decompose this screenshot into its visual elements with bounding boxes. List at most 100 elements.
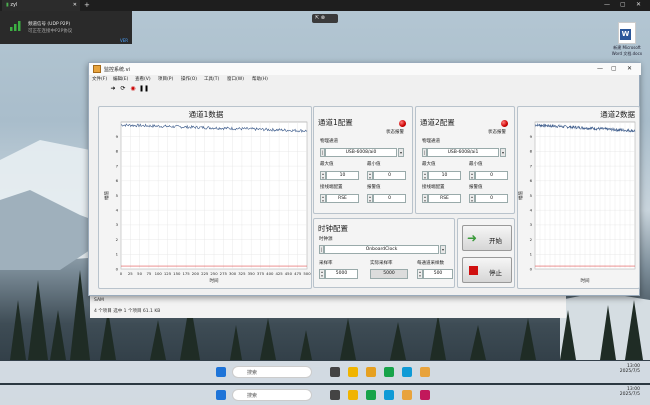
ch1-channel-dropdown-icon[interactable]: ▾ [398,148,404,157]
ch2-min-label: 最小值 [469,162,483,167]
x-tick-label: 450 [285,271,293,276]
app-icon-2[interactable] [420,390,430,400]
ch1-max-field[interactable]: 10 [326,171,359,180]
channel1-config-panel: 通道1配置 状态报警 物理通道 | USB-6008/ai0 ▾ 最大值 ▴ ▾ … [313,106,413,214]
ch1-terminal-field[interactable]: RSE [326,194,359,203]
chart2-panel: 通道2数据 0 1 2 3 4 5 6 7 8 9 幅值 时间 [517,106,640,289]
ch2-min-field[interactable]: 0 [475,171,508,180]
new-tab-button[interactable]: + [84,1,90,9]
file-explorer-icon-2[interactable] [348,390,358,400]
edge-icon[interactable] [402,367,412,377]
folder-icon[interactable] [366,367,376,377]
ch2-channel-dropdown-icon[interactable]: ▾ [500,148,506,157]
x-tick-label: 425 [275,271,283,276]
ch1-physical-channel-field[interactable]: USB-6008/ai0 [325,148,397,157]
taskbar-search-input[interactable]: 搜索 [232,366,312,378]
stop-button[interactable]: 停止 [462,257,512,283]
y-tick-label: 3 [116,222,119,227]
pause-icon[interactable]: ❚❚ [139,85,149,93]
clock-source-field[interactable]: OnboardClock [324,245,439,254]
explorer-status: 4 个项目 选中 1 个项目 61.1 KB [94,309,161,314]
x-tick-label: 350 [248,271,256,276]
menu-tools[interactable]: 工具(T) [204,76,219,82]
y-tick-label: 1 [116,252,119,257]
maximize-icon[interactable]: ▢ [620,1,626,8]
ch2-terminal-field[interactable]: RSE [428,194,461,203]
menu-operate[interactable]: 操作(O) [181,76,197,82]
ch2-alarm-field[interactable]: 0 [475,194,508,203]
start-button[interactable]: ➜ 开始 [462,225,512,251]
clock-source-dropdown-icon[interactable]: ▾ [440,245,446,254]
y-tick-label: 1 [530,252,533,257]
labview-taskbar-icon[interactable] [420,367,430,377]
x-tick-label: 50 [137,271,142,276]
app-maximize-icon[interactable]: ▢ [611,65,617,72]
toolbar: ➜ ⟳ ◉ ❚❚ [89,84,641,95]
ch1-min-field[interactable]: 0 [373,171,406,180]
x-tick-label: 300 [229,271,237,276]
app-minimize-icon[interactable]: — [597,65,603,72]
chart1-plot: 0 25 50 75 100 125 150 175 200 225 250 275 300 325 350… [103,121,311,284]
ch1-alarm-label: 报警值 [367,185,381,190]
edge-icon-2[interactable] [384,390,394,400]
taskbar-primary: 搜索 13:00 2025/7/5 [0,361,650,383]
taskbar-search-input-2[interactable]: 搜索 [232,389,312,401]
task-view-icon-2[interactable] [330,390,340,400]
x-axis-label: 时间 [581,277,590,284]
menu-file[interactable]: 文件(F) [92,76,107,82]
menu-view[interactable]: 查看(V) [135,76,151,82]
tab-zyl[interactable]: ▮ zyl ✕ [2,0,80,11]
x-tick-label: 225 [201,271,209,276]
samples-per-channel-field[interactable]: 500 [423,269,453,279]
signal-icon [10,21,21,31]
run-continuous-icon[interactable]: ⟳ [119,85,127,93]
ch1-status-label: 状态报警 [386,130,404,135]
labview-taskbar-icon-2[interactable] [402,390,412,400]
y-tick-label: 8 [530,149,533,154]
explorer-item[interactable]: SAM [94,298,104,303]
app-close-icon[interactable]: ✕ [627,65,632,72]
x-tick-label: 375 [257,271,265,276]
menu-project[interactable]: 项目(P) [158,76,173,82]
ch1-alarm-field[interactable]: 0 [373,194,406,203]
x-tick-label: 175 [182,271,190,276]
windows-start-icon-2[interactable] [216,390,226,400]
stop-square-icon [469,266,478,275]
x-axis-label: 时间 [210,277,219,284]
word-document-icon[interactable]: W [618,22,636,44]
labview-icon [93,65,101,73]
minimize-icon[interactable]: — [604,1,610,8]
y-tick-label: 6 [116,178,119,183]
file-explorer-icon[interactable] [348,367,358,377]
y-axis-label: 幅值 [518,191,524,200]
run-arrow-icon[interactable]: ➜ [109,85,117,93]
y-tick-label: 2 [116,237,119,242]
app-title-bar: 监控系统.vi — ▢ ✕ [89,63,641,75]
y-tick-label: 9 [530,134,533,139]
ch2-physical-channel-label: 物理通道 [422,139,440,144]
menu-window[interactable]: 窗口(W) [227,76,244,82]
file-explorer-window: SAM 4 个项目 选中 1 个项目 61.1 KB [90,296,566,318]
x-tick-label: 25 [128,271,133,276]
abort-icon[interactable]: ◉ [129,85,137,93]
wechat-icon-2[interactable] [366,390,376,400]
ch2-config-title: 通道2配置 [420,118,455,127]
connection-toast: 频道信号 (UDP P2P) 可正在连接中P2P协议 VER [0,11,132,44]
y-tick-label: 4 [116,208,119,213]
remote-control-bar[interactable]: ⇱ ⊗ [312,14,338,23]
samples-per-channel-label: 每通道采样数 [417,261,444,266]
clock-config-panel: 时钟配置 时钟源 | OnboardClock ▾ 采样率 ▴ ▾ 5000 实际… [313,218,455,288]
chart1-panel: 通道1数据 0 25 50 75 100 125 150 175 200 225 250 275 300… [98,106,312,289]
close-icon[interactable]: ✕ [636,1,641,8]
ch2-alarm-label: 报警值 [469,185,483,190]
wechat-icon[interactable] [384,367,394,377]
task-view-icon[interactable] [330,367,340,377]
x-tick-label: 475 [294,271,302,276]
y-tick-label: 0 [530,266,533,271]
ch2-physical-channel-field[interactable]: USB-6008/ai1 [427,148,499,157]
sample-rate-field[interactable]: 5000 [325,269,358,279]
windows-start-icon[interactable] [216,367,226,377]
ch2-max-field[interactable]: 10 [428,171,461,180]
menu-help[interactable]: 帮助(H) [252,76,268,82]
menu-edit[interactable]: 编辑(E) [113,76,128,82]
